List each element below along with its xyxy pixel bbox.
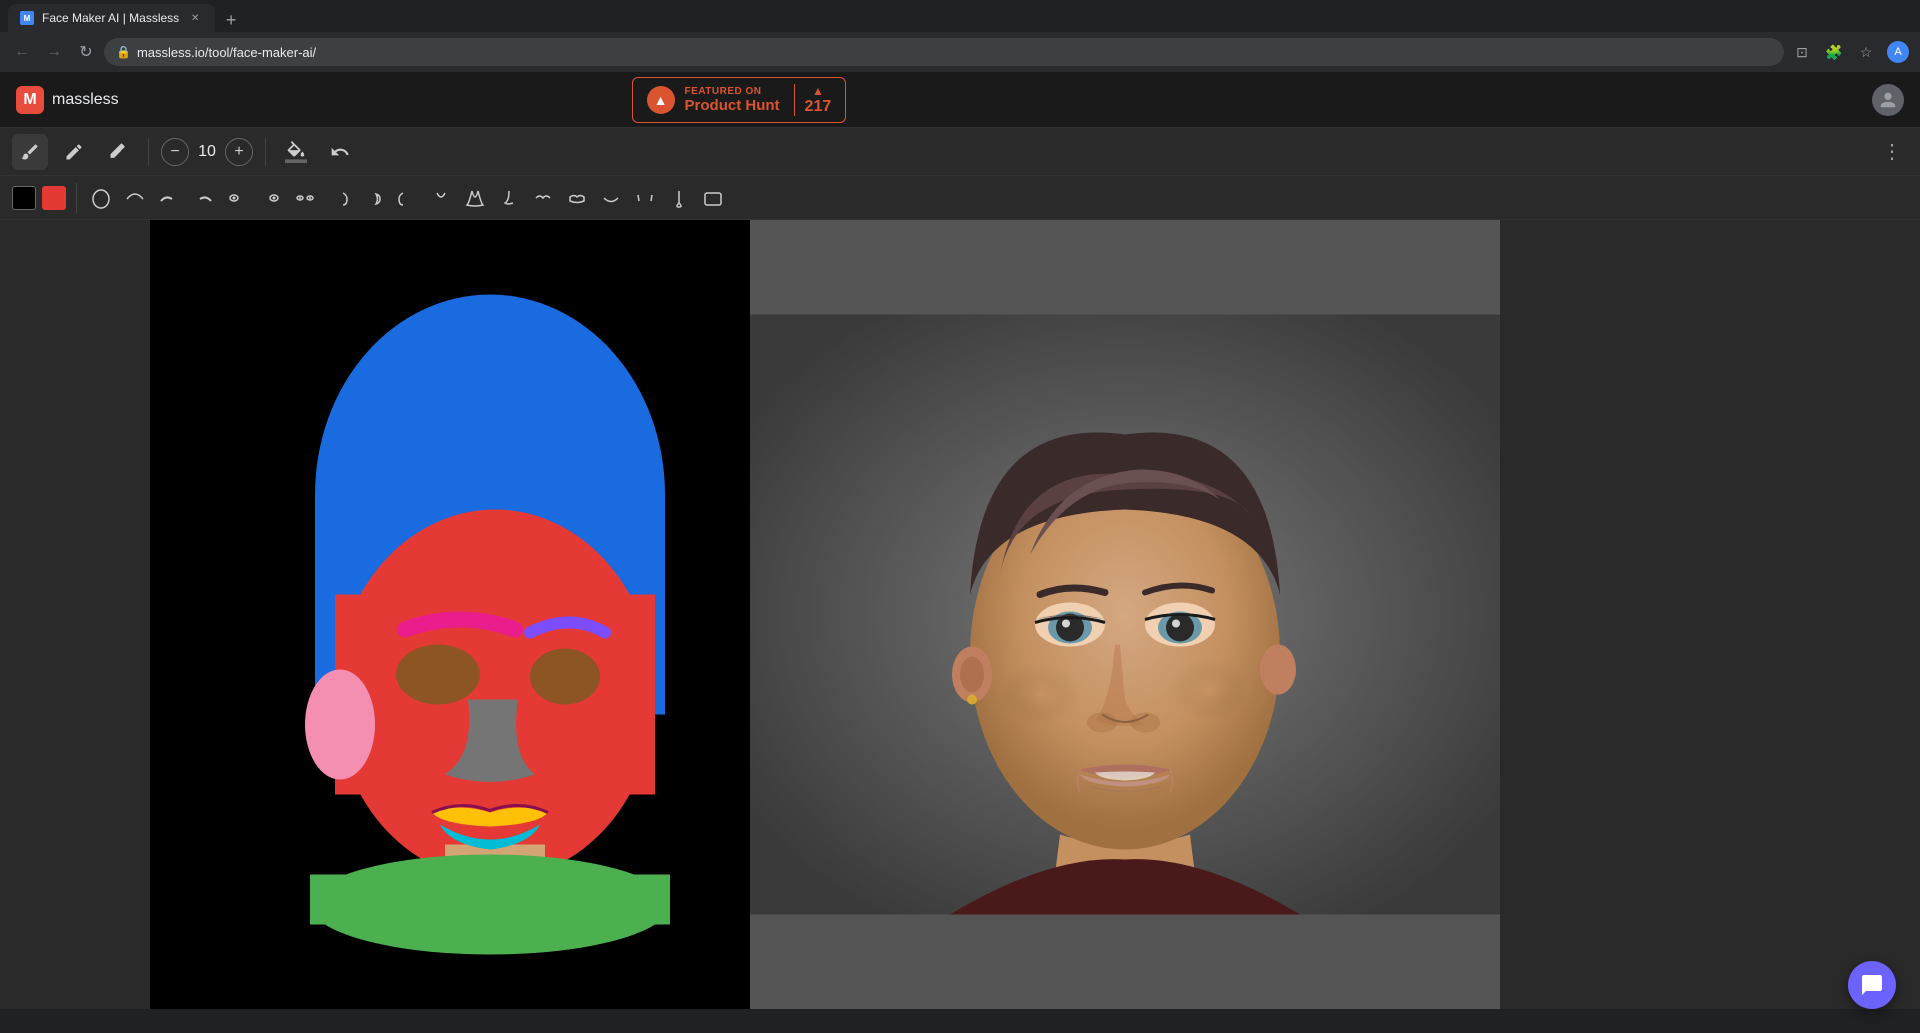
nose-side-icon[interactable] (495, 184, 523, 212)
size-controls: − 10 + (161, 138, 253, 166)
bookmark-icon[interactable]: ☆ (1852, 38, 1880, 66)
more-options-button[interactable]: ⋮ (1876, 136, 1908, 168)
drawing-canvas[interactable] (150, 220, 750, 1009)
lips-bottom-icon[interactable] (597, 184, 625, 212)
size-value: 10 (195, 143, 219, 161)
face-oval-icon[interactable] (87, 184, 115, 212)
ear-right-icon[interactable] (325, 184, 353, 212)
browser-chrome: M Face Maker AI | Massless ✕ + ← → ↻ 🔒 m… (0, 0, 1920, 72)
extensions-icon[interactable]: 🧩 (1820, 38, 1848, 66)
nav-bar: ← → ↻ 🔒 massless.io/tool/face-maker-ai/ … (0, 32, 1920, 72)
tool-separator-2 (265, 138, 266, 166)
ph-text: FEATURED ON Product Hunt (685, 86, 780, 114)
cast-icon[interactable]: ⊡ (1788, 38, 1816, 66)
tool-separator-1 (148, 138, 149, 166)
smile-icon[interactable] (631, 184, 659, 212)
drawing-toolbar: − 10 + ⋮ (0, 128, 1920, 176)
fill-tool-button[interactable] (278, 134, 314, 170)
nose-drop-icon[interactable] (665, 184, 693, 212)
eyebrow-left-icon[interactable] (155, 184, 183, 212)
tab-favicon: M (20, 11, 34, 25)
eyebrow-right-icon[interactable] (189, 184, 217, 212)
pencil-tool-button[interactable] (100, 134, 136, 170)
eyes-both-icon[interactable] (291, 184, 319, 212)
canvas-area (0, 220, 1920, 1009)
nose-full-icon[interactable] (461, 184, 489, 212)
tab-bar: M Face Maker AI | Massless ✕ + (0, 0, 1920, 32)
reload-button[interactable]: ↻ (72, 38, 100, 66)
ph-number: 217 (805, 98, 832, 116)
color-red[interactable] (42, 186, 66, 210)
brush-tool-button[interactable] (12, 134, 48, 170)
logo-text: massless (52, 91, 119, 109)
color-black[interactable] (12, 186, 36, 210)
face-drawing-svg (150, 220, 750, 1009)
hair-top-icon[interactable] (121, 184, 149, 212)
right-sidebar (1500, 220, 1650, 1009)
active-tab[interactable]: M Face Maker AI | Massless ✕ (8, 4, 215, 32)
ph-vote-count: ▲ 217 (794, 84, 832, 116)
forward-button[interactable]: → (40, 38, 68, 66)
eye-right-icon[interactable] (257, 184, 285, 212)
undo-button[interactable] (322, 134, 358, 170)
product-hunt-badge[interactable]: ▲ FEATURED ON Product Hunt ▲ 217 (632, 77, 847, 123)
ph-arrow: ▲ (812, 84, 824, 98)
app-bar-right (1872, 84, 1904, 116)
photo-area (750, 220, 1500, 1009)
chat-fab-button[interactable] (1848, 961, 1896, 1009)
address-bar[interactable]: 🔒 massless.io/tool/face-maker-ai/ (104, 38, 1784, 66)
lips-full-icon[interactable] (563, 184, 591, 212)
back-button[interactable]: ← (8, 38, 36, 66)
generated-face-photo (750, 220, 1500, 1009)
ear-detail-icon[interactable] (359, 184, 387, 212)
app-header: M massless ▲ FEATURED ON Product Hunt ▲ … (0, 72, 1920, 128)
shape-toolbar (0, 176, 1920, 220)
profile-icon[interactable]: A (1884, 38, 1912, 66)
lips-top-icon[interactable] (529, 184, 557, 212)
tab-close-button[interactable]: ✕ (187, 10, 203, 26)
eye-left-icon[interactable] (223, 184, 251, 212)
pen-tool-button[interactable] (56, 134, 92, 170)
size-increase-button[interactable]: + (225, 138, 253, 166)
ph-featured-label: FEATURED ON (685, 86, 780, 97)
left-sidebar (0, 220, 150, 1009)
ph-icon: ▲ (647, 86, 675, 114)
ear-left-icon[interactable] (393, 184, 421, 212)
nose-top-icon[interactable] (427, 184, 455, 212)
logo-mark: M (16, 86, 44, 114)
size-decrease-button[interactable]: − (161, 138, 189, 166)
tab-title: Face Maker AI | Massless (42, 11, 179, 25)
address-text: massless.io/tool/face-maker-ai/ (137, 45, 316, 60)
ph-name: Product Hunt (685, 97, 780, 114)
new-tab-button[interactable]: + (219, 8, 243, 32)
logo: M massless (16, 86, 119, 114)
user-avatar[interactable] (1872, 84, 1904, 116)
lock-icon: 🔒 (116, 45, 131, 59)
jaw-icon[interactable] (699, 184, 727, 212)
shape-sep-1 (76, 183, 77, 213)
